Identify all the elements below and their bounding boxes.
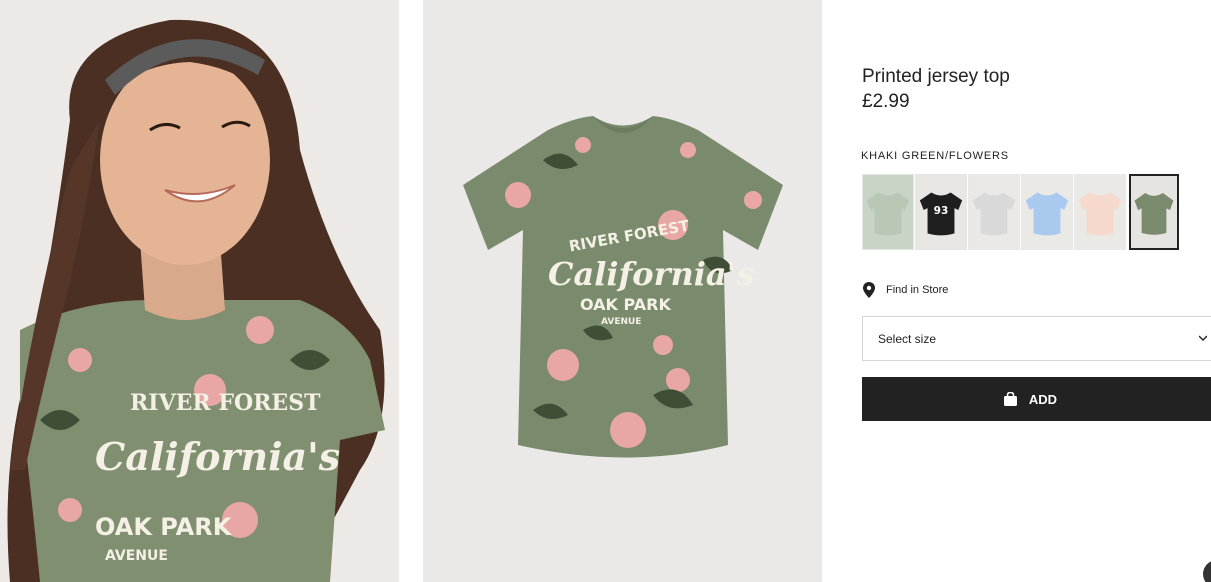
model-photo-illustration: RIVER FOREST California's OAK PARK AVENU…: [0, 0, 399, 582]
product-price: £2.99: [862, 91, 910, 112]
product-title: Printed jersey top: [862, 66, 1010, 87]
swatch-light-pink[interactable]: [1074, 174, 1126, 250]
flat-print-line2: California's: [548, 255, 754, 293]
swatch-khaki-green-flowers[interactable]: [1129, 174, 1179, 250]
swatch-black-93-print: 93: [934, 204, 949, 217]
selected-color-name: KHAKI GREEN/FLOWERS: [861, 150, 1009, 162]
swatch-floral-multicolor[interactable]: [862, 174, 914, 250]
find-in-store-link[interactable]: Find in Store: [862, 282, 948, 298]
shopping-bag-icon: [1003, 392, 1017, 406]
location-pin-icon: [863, 282, 875, 298]
swatch-black-93-thumbnail: 93: [916, 175, 966, 249]
model-print-line2: California's: [95, 434, 340, 479]
model-print-line3: OAK PARK: [95, 513, 233, 541]
flatlay-illustration: RIVER FOREST California's OAK PARK AVENU…: [423, 0, 822, 582]
model-photo[interactable]: RIVER FOREST California's OAK PARK AVENU…: [0, 0, 399, 582]
swatch-light-grey-thumbnail: [969, 175, 1019, 249]
swatch-light-pink-thumbnail: [1075, 175, 1125, 249]
swatch-floral-multicolor-thumbnail: [863, 175, 913, 249]
color-swatch-list: 93: [862, 174, 1180, 252]
flat-print-line3: OAK PARK: [580, 295, 671, 314]
product-page: RIVER FOREST California's OAK PARK AVENU…: [0, 0, 1211, 582]
swatch-light-blue-thumbnail: [1022, 175, 1072, 249]
add-to-bag-label: ADD: [1028, 391, 1058, 407]
model-print-line1: RIVER FOREST: [130, 390, 321, 416]
find-in-store-label: Find in Store: [886, 284, 949, 296]
size-select[interactable]: Select size: [862, 316, 1211, 361]
add-to-bag-button[interactable]: ADD: [862, 377, 1211, 421]
flat-print-line4: AVENUE: [601, 317, 641, 327]
swatch-light-grey[interactable]: [968, 174, 1020, 250]
swatch-light-blue[interactable]: [1021, 174, 1073, 250]
size-select-placeholder: Select size: [878, 331, 937, 346]
chevron-down-icon: [1199, 335, 1207, 341]
swatch-black-93[interactable]: 93: [915, 174, 967, 250]
model-print-line4: AVENUE: [105, 548, 168, 564]
product-flatlay-photo[interactable]: RIVER FOREST California's OAK PARK AVENU…: [423, 0, 822, 582]
chat-widget-button[interactable]: [1203, 560, 1211, 582]
swatch-khaki-green-flowers-thumbnail: [1131, 176, 1177, 248]
